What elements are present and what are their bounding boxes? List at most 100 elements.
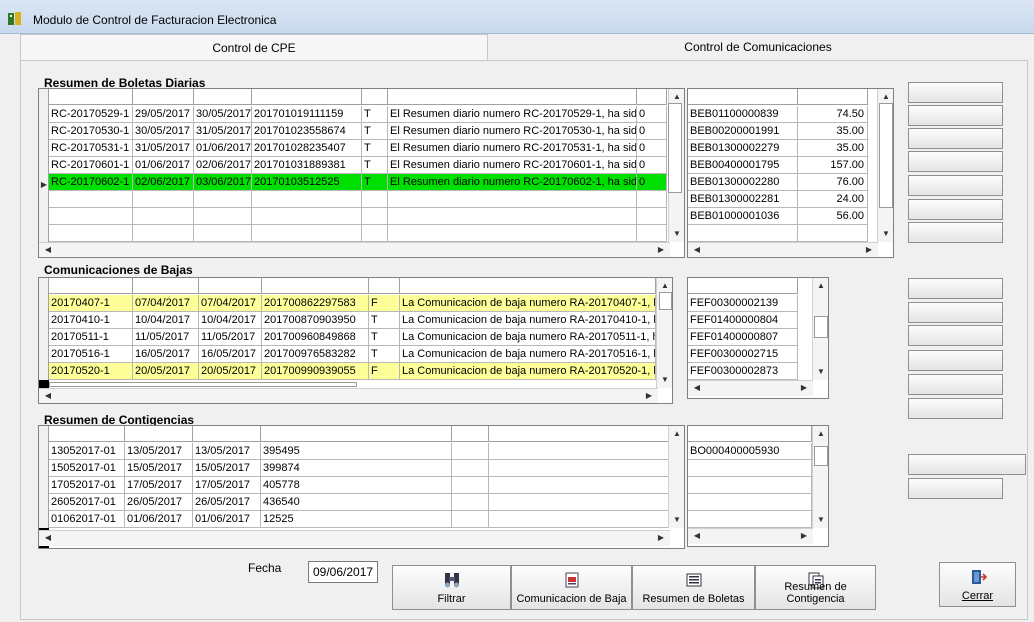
scroll-left-icon[interactable]: ◀ [690, 530, 704, 542]
tab-control-comunicaciones[interactable]: Control de Comunicaciones [488, 34, 1028, 60]
vertical-scrollbar[interactable]: ▲ ▼ [668, 426, 684, 528]
column-header[interactable] [194, 89, 252, 105]
column-header[interactable] [133, 278, 199, 294]
horizontal-scrollbar[interactable]: ◀ ▶ [688, 380, 813, 396]
horizontal-scrollbar[interactable]: ◀ ▶ [39, 388, 658, 403]
verif-todos-ticket-button[interactable] [908, 105, 1003, 126]
scroll-left-icon[interactable]: ◀ [690, 244, 704, 256]
scroll-up-icon[interactable]: ▲ [658, 280, 672, 292]
scrollbar-thumb[interactable] [814, 316, 828, 338]
scroll-left-icon[interactable]: ◀ [690, 382, 704, 394]
resumen-contingencia-button[interactable]: Resumen de Contigencia [755, 565, 876, 610]
column-header[interactable] [388, 89, 637, 105]
empty-cell [194, 191, 252, 208]
scroll-right-icon[interactable]: ▶ [654, 532, 668, 544]
verificar-ticket-button[interactable] [908, 82, 1003, 103]
eliminar-envio-button[interactable] [908, 325, 1003, 346]
column-header[interactable] [637, 89, 667, 105]
column-header[interactable] [49, 278, 133, 294]
table-cell: 30/05/2017 [133, 123, 194, 140]
resumen-boletas-button[interactable]: Resumen de Boletas [632, 565, 755, 610]
scroll-right-icon[interactable]: ▶ [797, 382, 811, 394]
column-header[interactable] [688, 278, 798, 294]
sunat-obs-button[interactable] [908, 398, 1003, 419]
column-header[interactable] [262, 278, 369, 294]
reenviar-button[interactable] [908, 175, 1003, 196]
column-header[interactable] [798, 89, 868, 105]
table-cell: 16/05/2017 [133, 346, 199, 363]
scroll-up-icon[interactable]: ▲ [879, 91, 893, 103]
scroll-down-icon[interactable]: ▼ [814, 366, 828, 378]
column-header[interactable] [252, 89, 362, 105]
bajas-grid[interactable]: 20170407-1 07/04/2017 07/04/2017 2017008622… [38, 277, 673, 404]
column-header[interactable] [193, 426, 261, 442]
scroll-down-icon[interactable]: ▼ [658, 374, 672, 386]
column-header[interactable] [452, 426, 489, 442]
scroll-up-icon[interactable]: ▲ [670, 428, 684, 440]
scroll-down-icon[interactable]: ▼ [814, 514, 828, 526]
scroll-up-icon[interactable]: ▲ [814, 280, 828, 292]
scrollbar-thumb[interactable] [814, 446, 828, 466]
boletas-grid[interactable]: RC-20170529-1 29/05/2017 30/05/2017 2017010… [38, 88, 685, 258]
comunicacion-baja-button[interactable]: Comunicacion de Baja [511, 565, 632, 610]
sunat-obs-button[interactable] [908, 222, 1003, 243]
table-cell: 01/06/2017 [133, 157, 194, 174]
scroll-up-icon[interactable]: ▲ [670, 91, 684, 103]
column-header[interactable] [133, 89, 194, 105]
column-header[interactable] [362, 89, 388, 105]
filtrar-pendientes-button[interactable] [908, 128, 1003, 149]
horizontal-scrollbar[interactable]: ◀ ▶ [39, 242, 670, 257]
scroll-left-icon[interactable]: ◀ [41, 390, 55, 402]
scroll-down-icon[interactable]: ▼ [879, 228, 893, 240]
scrollbar-thumb[interactable] [659, 292, 672, 310]
table-cell: 201700870903950 [262, 312, 369, 329]
verificar-ticket-button[interactable] [908, 278, 1003, 299]
column-header[interactable] [369, 278, 400, 294]
verif-res-contigencia-button[interactable] [908, 454, 1026, 475]
vertical-scrollbar[interactable]: ▲ ▼ [812, 426, 828, 528]
filtrar-button[interactable]: Filtrar [392, 565, 511, 610]
column-header[interactable] [400, 278, 656, 294]
scroll-right-icon[interactable]: ▶ [862, 244, 876, 256]
table-cell: 157.00 [798, 157, 868, 174]
cerrar-button[interactable]: Cerrar [939, 562, 1016, 607]
horizontal-scrollbar[interactable]: ◀ ▶ [688, 528, 813, 544]
h-scroll-thumb[interactable] [49, 382, 357, 387]
scroll-down-icon[interactable]: ▼ [670, 514, 684, 526]
bajas-docs-grid[interactable]: FEF00300002139 FEF01400000804 FEF014000008… [687, 277, 829, 399]
column-header[interactable] [688, 89, 798, 105]
eliminar-envio-button[interactable] [908, 151, 1003, 172]
reenviar-button[interactable] [908, 350, 1003, 371]
column-header[interactable] [688, 426, 812, 442]
tab-control-cpe[interactable]: Control de CPE [20, 34, 488, 60]
column-header[interactable] [261, 426, 452, 442]
scroll-right-icon[interactable]: ▶ [642, 390, 656, 402]
modificar-ticket-button[interactable] [908, 374, 1003, 395]
column-header[interactable] [125, 426, 193, 442]
scroll-left-icon[interactable]: ◀ [41, 532, 55, 544]
table-cell: RC-20170529-1 [49, 106, 133, 123]
contingencias-grid[interactable]: 13052017-01 13/05/2017 13/05/2017 395495 150… [38, 425, 685, 549]
table-cell: 15052017-01 [49, 460, 125, 477]
scroll-down-icon[interactable]: ▼ [670, 228, 684, 240]
contingencias-docs-grid[interactable]: BO000400005930 ▲ ▼ ◀ ▶ [687, 425, 829, 547]
table-cell: 201700960849868 [262, 329, 369, 346]
scroll-right-icon[interactable]: ▶ [797, 530, 811, 542]
column-header[interactable] [49, 426, 125, 442]
horizontal-scrollbar[interactable]: ◀ ▶ [688, 242, 878, 257]
table-cell: El Resumen diario numero RC-20170531-1, … [388, 140, 637, 157]
fecha-field[interactable]: 09/06/2017 [308, 561, 378, 583]
modificar-ticket-button[interactable] [908, 199, 1003, 220]
modificar-ticket-button[interactable] [908, 478, 1003, 499]
table-cell: F [369, 363, 400, 380]
scroll-left-icon[interactable]: ◀ [41, 244, 55, 256]
column-header[interactable] [49, 89, 133, 105]
filtrar-pendientes-button[interactable] [908, 302, 1003, 323]
scrollbar-thumb[interactable] [879, 103, 893, 208]
horizontal-scrollbar[interactable]: ◀ ▶ [39, 530, 670, 546]
column-header[interactable] [199, 278, 262, 294]
scroll-up-icon[interactable]: ▲ [814, 428, 828, 440]
scrollbar-thumb[interactable] [668, 103, 682, 193]
scroll-right-icon[interactable]: ▶ [654, 244, 668, 256]
boletas-docs-grid[interactable]: BEB01100000839 74.50 BEB00200001991 35.00 BE… [687, 88, 894, 258]
